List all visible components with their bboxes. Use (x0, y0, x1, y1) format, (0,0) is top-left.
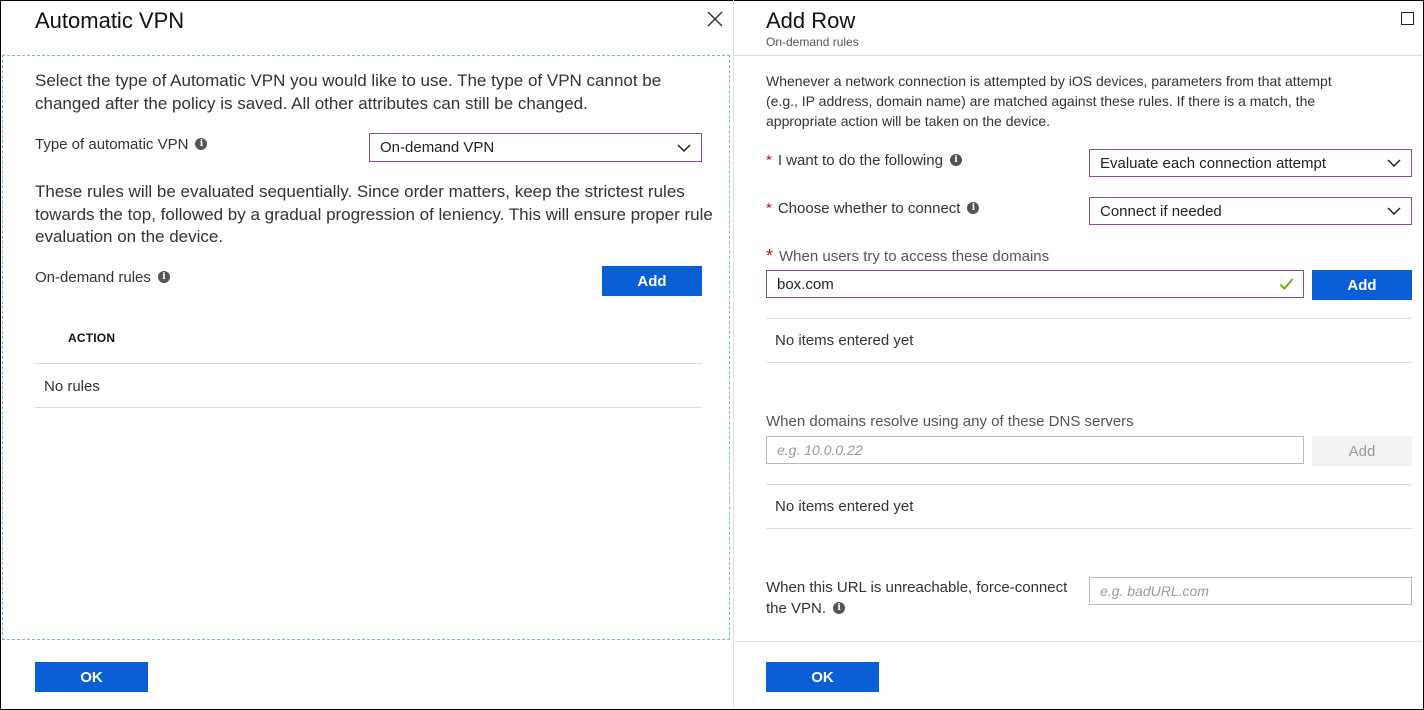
add-domain-button[interactable]: Add (1312, 270, 1412, 300)
blade-subtitle: On-demand rules (766, 35, 859, 49)
chevron-down-icon (1387, 207, 1401, 215)
vpn-type-value: On-demand VPN (380, 139, 495, 156)
vpn-type-label-text: Type of automatic VPN (35, 135, 189, 153)
chevron-down-icon (1387, 159, 1401, 167)
want-label: * I want to do the following i (766, 150, 962, 170)
intro-text: Select the type of Automatic VPN you wou… (35, 71, 662, 113)
add-rule-button[interactable]: Add (602, 266, 702, 296)
ok-button[interactable]: OK (35, 662, 148, 692)
description-text: Whenever a network connection is attempt… (766, 73, 1332, 129)
domains-label-text: When users try to access these domains (779, 247, 1050, 265)
domains-label: * When users try to access these domains (766, 246, 1049, 266)
required-star: * (766, 245, 774, 266)
url-placeholder: e.g. badURL.com (1100, 583, 1209, 599)
divider (766, 484, 1412, 485)
maximize-icon[interactable] (1401, 12, 1414, 25)
connect-label: * Choose whether to connect i (766, 198, 980, 218)
close-icon[interactable] (706, 10, 724, 28)
domains-input[interactable]: box.com (766, 270, 1304, 298)
domains-input-value: box.com (777, 275, 834, 293)
want-label-text: I want to do the following (777, 151, 943, 169)
dns-placeholder: e.g. 10.0.0.22 (777, 442, 863, 458)
info-icon[interactable]: i (967, 202, 980, 214)
rules-note: These rules will be evaluated sequential… (35, 182, 713, 246)
divider (35, 363, 702, 364)
blade-title: Add Row (766, 8, 856, 33)
vpn-type-label: Type of automatic VPN i (35, 134, 208, 154)
automatic-vpn-blade: Automatic VPN Select the type of Automat… (0, 0, 734, 708)
required-star: * (766, 199, 772, 217)
url-label-line2: the VPN. (766, 599, 827, 617)
header-divider (734, 55, 1422, 56)
dns-empty-text: No items entered yet (775, 498, 914, 515)
connect-select[interactable]: Connect if needed (1089, 197, 1412, 225)
checkmark-icon (1279, 278, 1294, 290)
on-demand-rules-label-text: On-demand rules (35, 268, 151, 286)
info-icon[interactable]: i (949, 154, 962, 166)
add-dns-button[interactable]: Add (1312, 436, 1412, 466)
divider (766, 318, 1412, 319)
on-demand-rules-label: On-demand rules i (35, 267, 170, 287)
blade-title: Automatic VPN (35, 8, 185, 33)
info-icon[interactable]: i (833, 602, 846, 614)
required-star: * (766, 151, 772, 169)
divider (766, 362, 1412, 363)
info-icon[interactable]: i (195, 138, 208, 150)
info-icon[interactable]: i (157, 271, 170, 283)
chevron-down-icon (677, 143, 691, 152)
divider (35, 407, 702, 408)
url-label-line1: When this URL is unreachable, force-conn… (766, 579, 1068, 596)
footer-divider (734, 641, 1422, 642)
domains-empty-text: No items entered yet (775, 332, 914, 349)
vpn-type-select[interactable]: On-demand VPN (369, 133, 702, 162)
connect-label-text: Choose whether to connect (777, 199, 961, 217)
dns-input[interactable]: e.g. 10.0.0.22 (766, 436, 1304, 464)
dns-label: When domains resolve using any of these … (766, 413, 1134, 430)
ok-button[interactable]: OK (766, 662, 879, 692)
url-label-line2-row: the VPN. i (766, 598, 846, 618)
want-select-value: Evaluate each connection attempt (1100, 154, 1326, 172)
empty-rules-text: No rules (44, 378, 100, 395)
column-header-action[interactable]: ACTION (68, 331, 115, 345)
connect-select-value: Connect if needed (1100, 202, 1222, 220)
want-select[interactable]: Evaluate each connection attempt (1089, 149, 1412, 177)
divider (766, 528, 1412, 529)
url-input[interactable]: e.g. badURL.com (1089, 577, 1412, 605)
